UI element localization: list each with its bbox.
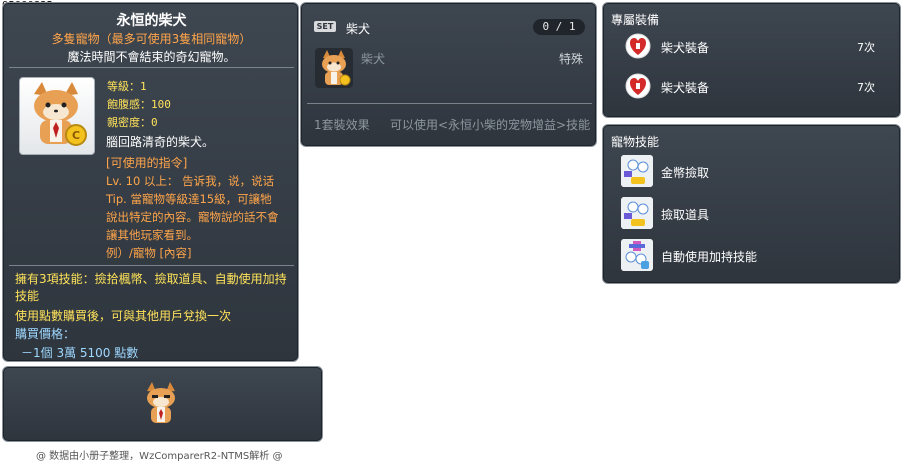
pet-closeness: 親密度：0 <box>107 116 158 129</box>
equip-item-name: 柴犬裝备 <box>661 81 710 95</box>
equip-item[interactable]: 柴犬裝备 7次 <box>619 31 889 65</box>
divider <box>307 103 592 104</box>
pet-skills-panel: 寵物技能 金幣撿取 撿取道具 自動使用加持技能 <box>602 124 901 284</box>
exclusive-equip-panel: 專屬裝備 柴犬裝备 7次 柴犬裝备 7次 <box>602 2 901 118</box>
equip-item-name: 柴犬裝备 <box>661 41 710 55</box>
price-label: 購買價格： <box>15 327 76 341</box>
skill-name: 自動使用加持技能 <box>661 250 758 264</box>
set-effect-text: 可以使用<永恒小柴的宠物增益>技能 <box>390 118 591 132</box>
equip-item-count: 7次 <box>857 81 875 94</box>
shiba-pet-sprite <box>147 382 175 423</box>
pet-level: 等級：1 <box>107 80 147 93</box>
coin-pickup-icon <box>621 155 653 187</box>
command-line: Lv. 10 以上： 告诉我，说，说话 <box>106 174 275 188</box>
set-item-name: 柴犬 <box>361 52 386 66</box>
item-pickup-icon <box>621 197 653 229</box>
command-line: Tip. 當寵物等級達15級，可讓牠 <box>106 192 272 206</box>
set-panel: SET 柴犬 0 / 1 柴犬 特殊 1套裝效果 可以使用<永恒小柴的宠物增益>… <box>300 2 597 147</box>
svg-text:C: C <box>72 129 80 142</box>
skill-name: 金幣撿取 <box>661 166 710 180</box>
set-count: 0 / 1 <box>533 19 585 35</box>
set-name: 柴犬 <box>346 22 371 36</box>
pet-flavor-text: 腦回路清奇的柴犬。 <box>106 135 215 149</box>
command-line: 例）/寵物 [內容] <box>106 246 192 260</box>
divider <box>9 67 294 68</box>
pet-preview-panel <box>2 366 323 442</box>
skills-summary: 擁有3項技能：撿拾楓幣、撿取道具、自動使用加持技能 <box>15 272 287 303</box>
item-tooltip-panel: 永恒的柴犬 多隻寵物（最多可使用3隻相同寵物） 魔法時間不會結束的奇幻寵物。 C… <box>2 2 299 362</box>
skill-panel-title: 寵物技能 <box>611 135 660 149</box>
equip-item-count: 7次 <box>857 41 875 54</box>
equip-panel-title: 專屬裝備 <box>611 13 660 27</box>
command-header: [可使用的指令] <box>106 156 188 170</box>
skill-name: 撿取道具 <box>661 208 710 222</box>
set-effect-label: 1套裝效果 <box>314 118 370 132</box>
shiba-set-icon <box>322 50 351 86</box>
equip-item[interactable]: 柴犬裝备 7次 <box>619 71 889 105</box>
skill-item[interactable]: 金幣撿取 <box>621 155 891 189</box>
skill-item[interactable]: 撿取道具 <box>621 197 891 231</box>
item-description: 魔法時間不會結束的奇幻寵物。 <box>67 50 236 64</box>
item-subtitle: 多隻寵物（最多可使用3隻相同寵物） <box>51 32 252 46</box>
set-badge: SET <box>314 21 336 32</box>
set-item-type: 特殊 <box>559 52 584 66</box>
skill-item[interactable]: 自動使用加持技能 <box>621 239 891 273</box>
auto-buff-icon <box>621 239 653 271</box>
trade-note: 使用點數購買後，可與其他用戶兌換一次 <box>15 309 232 323</box>
price-value: －1個 3萬 5100 點數 <box>21 346 139 360</box>
credit-text: @ 数据由小册子整理，WzComparerR2-NTMS解析 @ <box>36 451 283 462</box>
command-line: 說出特定的內容。寵物說的話不會 <box>106 210 279 224</box>
pet-icon-frame: C <box>19 77 95 155</box>
divider <box>9 265 294 266</box>
command-line: 讓其他玩家看到。 <box>106 228 198 242</box>
heart-tag-icon <box>625 73 651 99</box>
shiba-pet-icon: C <box>34 82 87 146</box>
item-name: 永恒的柴犬 <box>116 13 187 29</box>
set-item-icon <box>315 48 353 88</box>
heart-tag-icon <box>625 33 651 59</box>
pet-fullness: 飽腹感：100 <box>107 98 171 111</box>
